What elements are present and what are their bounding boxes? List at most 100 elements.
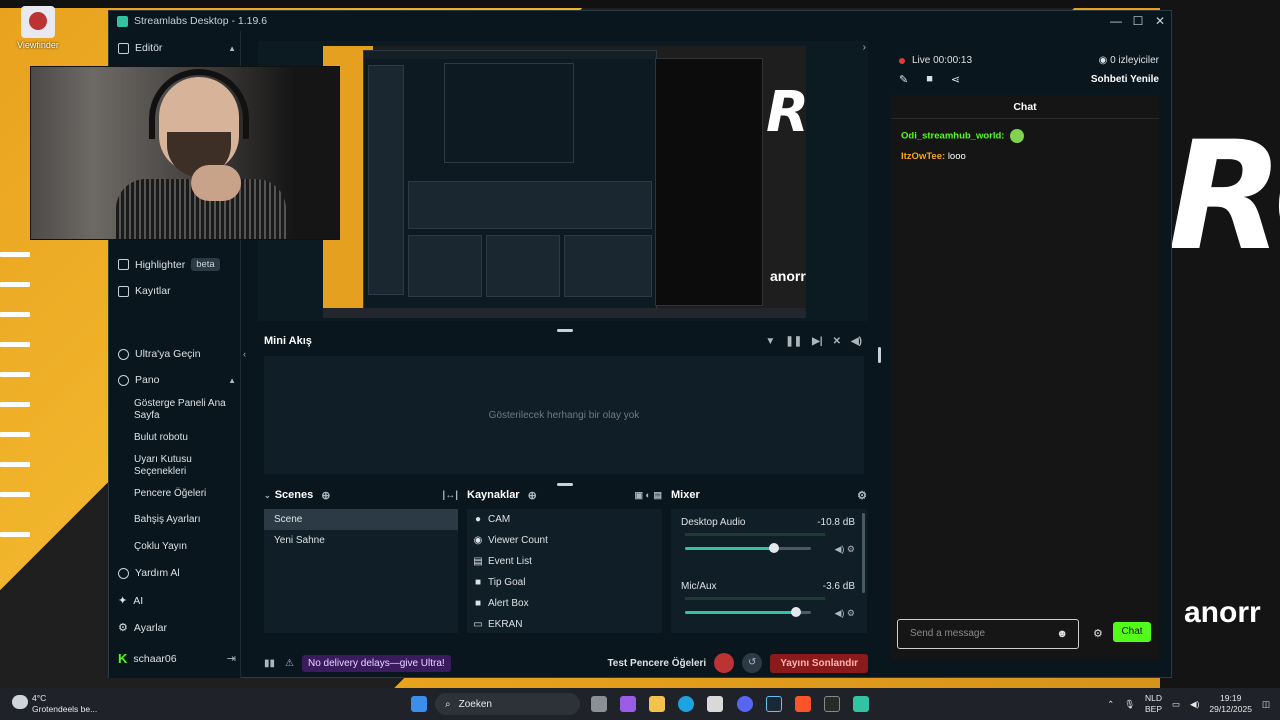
edge-icon[interactable]	[678, 696, 694, 712]
chevron-up-icon[interactable]: ⌃	[1107, 699, 1114, 710]
chevron-right-icon[interactable]: ›	[863, 42, 866, 53]
title-bar[interactable]: Streamlabs Desktop - 1.19.6 — ☐ ✕	[109, 11, 1171, 31]
source-item[interactable]: ◉ Viewer Count	[467, 530, 662, 551]
cloud-icon	[12, 695, 28, 709]
mixer-scrollbar[interactable]	[862, 513, 865, 593]
nav-ultra[interactable]: Ultra'ya Geçin	[118, 348, 236, 360]
record-button[interactable]	[714, 653, 735, 673]
nav-highlighter[interactable]: Highlighter beta	[118, 258, 236, 271]
add-source-icon[interactable]: ⊕	[528, 489, 537, 502]
brave-icon[interactable]	[795, 696, 811, 712]
nav-sub-cloudbot[interactable]: Bulut robotu	[134, 432, 234, 444]
chevron-down-icon[interactable]: ⌄	[264, 491, 271, 500]
source-item[interactable]: ▭ EKRAN	[467, 614, 662, 635]
preview-taskbar	[323, 308, 806, 318]
collapse-sidebar-icon[interactable]: ‹	[243, 349, 246, 359]
desktop-icon-viewfinder[interactable]: Viewfinder	[14, 6, 62, 50]
stream-preview[interactable]: RO anorr ›	[258, 41, 868, 321]
source-label: EKRAN	[488, 619, 523, 630]
steam-icon[interactable]	[766, 696, 782, 712]
task-view-icon[interactable]	[591, 696, 607, 712]
streamlabs-taskbar-icon[interactable]	[853, 696, 869, 712]
source-label: Tip Goal	[488, 577, 526, 588]
chat-settings-icon[interactable]: ⚙	[1093, 627, 1103, 640]
source-tools-icon[interactable]: ▣ ◐ ▤	[635, 490, 662, 501]
taskbar-search[interactable]: ⌕ Zoeken	[435, 693, 580, 715]
emoji-icon[interactable]: ☻	[1056, 620, 1068, 648]
mixer-channel-icons[interactable]: ◀) ⚙	[835, 544, 856, 555]
nav-user[interactable]: K schaar06 ⇥	[118, 651, 236, 666]
source-item[interactable]: ■ Alert Box	[467, 593, 662, 614]
nav-sub-alertbox[interactable]: Uyarı Kutusu Seçenekleri	[134, 454, 234, 478]
volume-icon[interactable]: ◀)	[1190, 699, 1199, 710]
scene-item[interactable]: Yeni Sahne	[264, 530, 458, 551]
volume-slider[interactable]	[685, 607, 811, 617]
network-icon[interactable]: ▭	[1172, 699, 1180, 710]
microphone-icon[interactable]: 🎙	[1124, 699, 1135, 710]
nav-dashboard[interactable]: Pano ▲	[118, 374, 236, 386]
volume-slider[interactable]	[685, 543, 811, 553]
weather-widget[interactable]: 4°C Grotendeels be...	[12, 693, 97, 715]
language-indicator[interactable]: NLD BEP	[1145, 693, 1162, 715]
viewfinder-icon	[21, 6, 55, 38]
mixer-channel-name: Desktop Audio	[681, 517, 746, 528]
pause-icon[interactable]: ❚❚	[785, 336, 802, 347]
source-item[interactable]: ■ Tip Goal	[467, 572, 662, 593]
source-item[interactable]: ▤ Event List	[467, 551, 662, 572]
test-widgets-button[interactable]: Test Pencere Öğeleri	[607, 658, 706, 669]
chat-input[interactable]: Send a message ☻	[897, 619, 1079, 649]
replay-buffer-icon[interactable]: ↺	[742, 653, 763, 673]
live-dot-icon	[899, 57, 905, 64]
nav-settings[interactable]: ⚙ Ayarlar	[118, 621, 236, 635]
discord-icon[interactable]	[737, 696, 753, 712]
minimize-button[interactable]: —	[1105, 14, 1127, 28]
nav-sub-widgets[interactable]: Pencere Öğeleri	[134, 488, 234, 500]
clock-date: 29/12/2025	[1209, 704, 1252, 714]
close-button[interactable]: ✕	[1149, 14, 1171, 28]
mute-alerts-icon[interactable]: ✕	[833, 336, 841, 347]
mixer-settings-icon[interactable]: ⚙	[857, 489, 867, 502]
scene-transitions-icon[interactable]: |↔|	[442, 490, 458, 501]
nav-ai[interactable]: ✦ AI	[118, 594, 236, 608]
nav-help[interactable]: Yardım Al	[118, 567, 236, 579]
file-explorer-icon[interactable]	[649, 696, 665, 712]
overlay-bottom-text: anorr	[1184, 596, 1261, 629]
stats-icon[interactable]: ▮▮	[264, 658, 275, 669]
skip-icon[interactable]: ▶|	[812, 336, 823, 347]
nav-sub-tip-settings[interactable]: Bahşiş Ayarları	[134, 514, 234, 526]
edit-icon[interactable]: ✎	[899, 73, 908, 86]
filter-icon[interactable]: ▼	[765, 336, 775, 347]
logout-icon[interactable]: ⇥	[227, 652, 236, 665]
chat-send-button[interactable]: Chat	[1113, 622, 1151, 642]
add-scene-icon[interactable]: ⊕	[321, 489, 330, 502]
copilot-icon[interactable]	[620, 696, 636, 712]
nav-sub-dashboard-home[interactable]: Gösterge Paneli Ana Sayfa	[134, 398, 234, 422]
epic-games-icon[interactable]	[824, 696, 840, 712]
volume-icon[interactable]: ◀)	[851, 336, 862, 347]
warning-icon[interactable]: ⚠	[285, 658, 294, 669]
store-icon[interactable]	[707, 696, 723, 712]
nav-sub-multistream[interactable]: Çoklu Yayın	[134, 541, 234, 553]
chat-username[interactable]: Odi_streamhub_world:	[901, 131, 1004, 142]
mixer-channel-db: -10.8 dB	[817, 517, 855, 528]
lang-top: NLD	[1145, 693, 1163, 703]
vertical-resize-handle[interactable]	[878, 347, 881, 363]
nav-editor[interactable]: Editör ▲	[118, 42, 236, 54]
refresh-chat-button[interactable]: Sohbeti Yenile	[1091, 74, 1159, 85]
scene-item[interactable]: Scene	[264, 509, 458, 530]
maximize-button[interactable]: ☐	[1127, 14, 1149, 28]
windows-start-icon[interactable]	[411, 696, 427, 712]
ultra-promo[interactable]: No delivery delays—give Ultra!	[301, 654, 451, 672]
chat-username[interactable]: ItzOwTee:	[901, 151, 945, 162]
share-icon[interactable]: ⋖	[951, 73, 960, 86]
camera-icon[interactable]: ■	[926, 73, 933, 86]
clock-time: 19:19	[1220, 693, 1242, 703]
end-stream-button[interactable]: Yayını Sonlandır	[770, 653, 868, 673]
decor-stripe	[0, 372, 30, 377]
notifications-icon[interactable]: ◫	[1262, 699, 1270, 710]
nav-recordings[interactable]: Kayıtlar	[118, 285, 236, 297]
user-name: schaar06	[133, 652, 177, 665]
source-item[interactable]: ● CAM	[467, 509, 662, 530]
clock[interactable]: 19:19 29/12/2025	[1209, 693, 1252, 715]
mixer-channel-icons[interactable]: ◀) ⚙	[835, 608, 856, 619]
